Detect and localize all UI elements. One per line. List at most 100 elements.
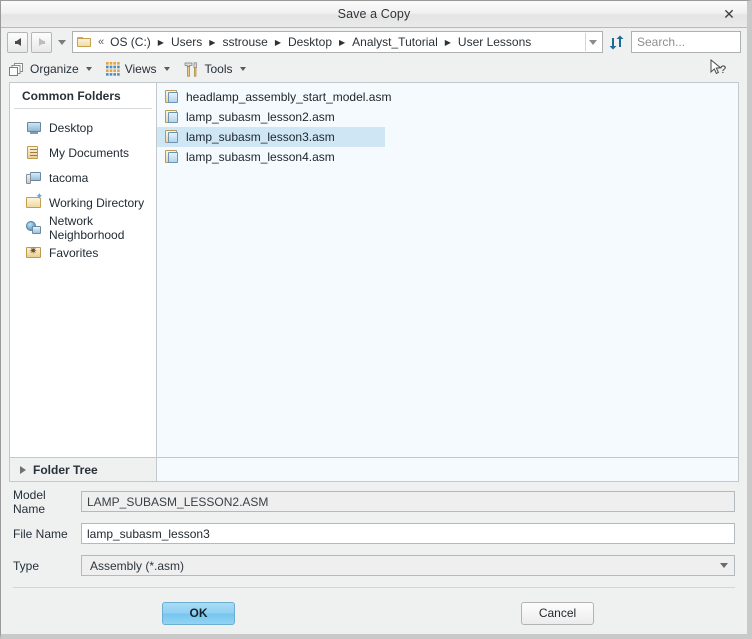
breadcrumb-item-user-lessons[interactable]: User Lessons [456, 34, 533, 50]
refresh-icon [609, 35, 623, 49]
folder-tree-toggle[interactable]: Folder Tree [9, 458, 157, 482]
file-name-label: lamp_subasm_lesson4.asm [186, 150, 335, 164]
file-name-label: lamp_subasm_lesson3.asm [186, 130, 335, 144]
help-pointer-icon[interactable]: ? [709, 58, 731, 79]
organize-menu-button[interactable]: Organize [9, 62, 92, 77]
refresh-button[interactable] [606, 32, 626, 52]
sidebar-item-label: Desktop [49, 120, 94, 135]
assembly-file-icon [165, 130, 179, 144]
sidebar-item-label: Network Neighborhood [49, 213, 125, 242]
search-placeholder: Search... [637, 35, 686, 49]
file-list-item-selected[interactable]: lamp_subasm_lesson3.asm [157, 127, 385, 147]
tools-menu-button[interactable]: Tools [184, 61, 246, 77]
save-form: Model Name LAMP_SUBASM_LESSON2.ASM File … [1, 482, 747, 592]
organize-label: Organize [30, 62, 79, 76]
cancel-button[interactable]: Cancel [521, 601, 594, 625]
path-dropdown-button[interactable] [585, 33, 600, 51]
model-name-row: Model Name LAMP_SUBASM_LESSON2.ASM [13, 487, 735, 516]
assembly-file-icon [165, 110, 179, 124]
sidebar-item-tacoma[interactable]: tacoma [10, 165, 156, 190]
breadcrumb-separator-icon: ▶ [444, 37, 451, 47]
breadcrumb-item-os[interactable]: OS (C:) [108, 34, 153, 50]
common-folders-panel: Common Folders Desktop My Documents taco… [9, 82, 157, 458]
breadcrumb-overflow-icon[interactable]: « [96, 36, 108, 48]
views-label: Views [124, 62, 157, 76]
breadcrumb-item-analyst-tutorial[interactable]: Analyst_Tutorial [350, 34, 440, 50]
tools-icon [184, 61, 197, 77]
sidebar-item-label: tacoma [49, 170, 89, 185]
type-select-arrow[interactable] [715, 556, 732, 575]
tools-label: Tools [204, 62, 233, 76]
dialog-body: Common Folders Desktop My Documents taco… [1, 82, 747, 458]
sidebar-item-favorites[interactable]: Favorites [10, 240, 156, 265]
breadcrumb-item-desktop[interactable]: Desktop [286, 34, 334, 50]
chevron-down-icon [85, 67, 92, 71]
sidebar-item-label: My Documents [49, 145, 130, 160]
chevron-down-icon [719, 563, 728, 568]
computer-icon [26, 170, 42, 185]
type-select[interactable]: Assembly (*.asm) [81, 555, 735, 576]
file-name-label: headlamp_assembly_start_model.asm [186, 90, 392, 104]
sidebar-item-label: Working Directory [49, 195, 145, 210]
assembly-file-icon [165, 150, 179, 164]
form-divider [13, 587, 735, 588]
model-name-field: LAMP_SUBASM_LESSON2.ASM [81, 491, 735, 512]
breadcrumb-separator-icon: ▶ [339, 37, 346, 47]
sidebar-item-desktop[interactable]: Desktop [10, 115, 156, 140]
history-dropdown-button[interactable] [55, 33, 69, 52]
address-bar: « OS (C:) ▶ Users ▶ sstrouse ▶ Desktop ▶… [1, 28, 747, 56]
breadcrumb-item-users[interactable]: Users [169, 34, 204, 50]
folder-tree-strip: Folder Tree [1, 458, 747, 482]
organize-icon [9, 62, 23, 76]
triangle-right-icon [20, 465, 26, 474]
file-name-value: lamp_subasm_lesson3 [87, 526, 210, 541]
network-icon [26, 220, 42, 235]
file-list-item[interactable]: lamp_subasm_lesson2.asm [157, 107, 738, 127]
breadcrumb-item-sstrouse[interactable]: sstrouse [220, 34, 269, 50]
ok-button[interactable]: OK [162, 601, 235, 625]
views-menu-button[interactable]: Views [105, 62, 170, 76]
working-directory-icon [26, 192, 43, 210]
file-list-item[interactable]: lamp_subasm_lesson4.asm [157, 147, 738, 167]
file-list[interactable]: headlamp_assembly_start_model.asm lamp_s… [157, 82, 739, 458]
folder-icon [77, 36, 92, 48]
common-folders-list: Desktop My Documents tacoma Working Dire… [10, 109, 156, 457]
path-breadcrumb-bar[interactable]: « OS (C:) ▶ Users ▶ sstrouse ▶ Desktop ▶… [72, 31, 603, 53]
title-bar: Save a Copy ✕ [1, 1, 747, 28]
sidebar-item-network-neighborhood[interactable]: Network Neighborhood [10, 213, 156, 242]
back-button[interactable] [7, 31, 28, 53]
type-value: Assembly (*.asm) [90, 558, 185, 573]
chevron-down-icon [589, 39, 597, 45]
model-name-label: Model Name [13, 487, 46, 516]
breadcrumb-separator-icon: ▶ [209, 37, 216, 47]
assembly-file-icon [165, 90, 179, 104]
svg-text:?: ? [720, 64, 726, 76]
save-a-copy-dialog: Save a Copy ✕ « OS (C:) ▶ Users ▶ sstrou… [0, 0, 752, 639]
sidebar-item-working-directory[interactable]: Working Directory [10, 190, 156, 215]
forward-arrow-icon [38, 38, 45, 46]
sidebar-item-my-documents[interactable]: My Documents [10, 140, 156, 165]
favorites-icon [26, 245, 42, 260]
desktop-icon [26, 120, 42, 135]
views-grid-icon [105, 62, 120, 76]
documents-icon [26, 145, 42, 160]
close-icon[interactable]: ✕ [719, 4, 739, 24]
breadcrumb: « OS (C:) ▶ Users ▶ sstrouse ▶ Desktop ▶… [96, 34, 585, 50]
file-name-input[interactable]: lamp_subasm_lesson3 [81, 523, 735, 544]
toolbar: Organize Views Tools ? [1, 56, 747, 82]
chevron-down-icon [163, 67, 170, 71]
type-label: Type [13, 558, 40, 573]
file-name-label: File Name [13, 526, 68, 541]
search-input[interactable]: Search... [631, 31, 741, 53]
breadcrumb-separator-icon: ▶ [274, 37, 281, 47]
file-list-item[interactable]: headlamp_assembly_start_model.asm [157, 87, 738, 107]
help-cursor-glyph: ? [710, 58, 726, 76]
folder-tree-filler [157, 458, 739, 482]
forward-button[interactable] [31, 31, 52, 53]
chevron-down-icon [239, 67, 246, 71]
breadcrumb-separator-icon: ▶ [157, 37, 164, 47]
folder-tree-label: Folder Tree [33, 462, 98, 477]
sidebar-item-label: Favorites [49, 245, 99, 260]
chevron-down-icon [58, 39, 66, 45]
dialog-button-bar: OK Cancel [1, 592, 747, 634]
